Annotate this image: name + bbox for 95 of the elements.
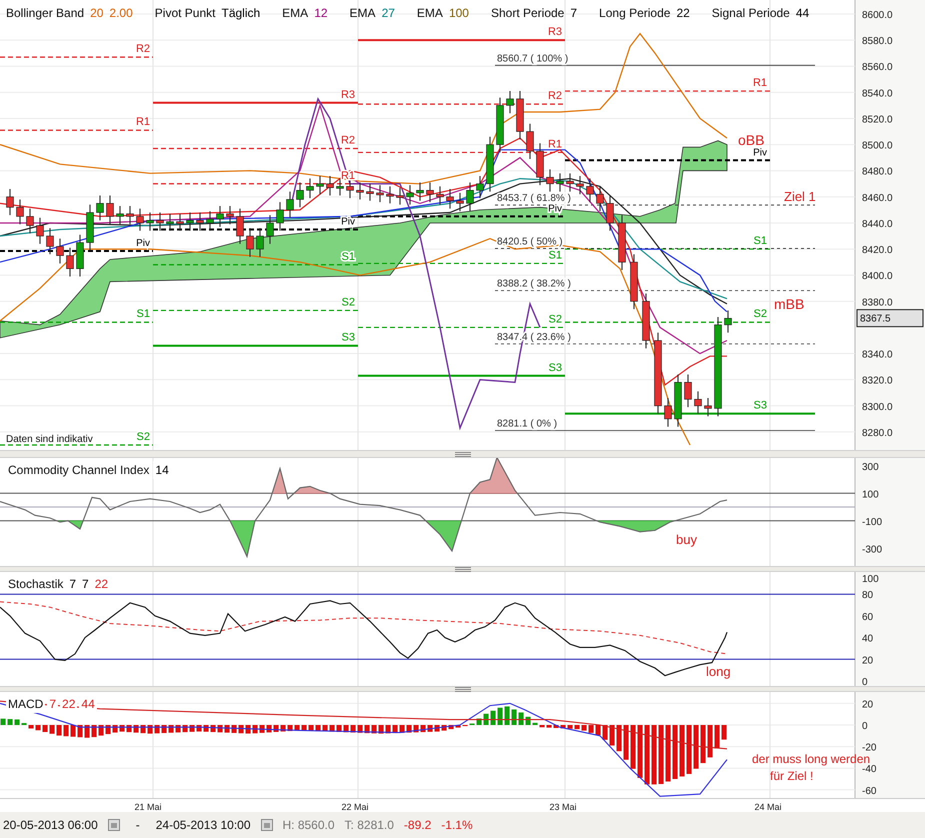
- axis-tick-label: 8580.0: [862, 36, 893, 48]
- chart-annotation: oBB: [738, 132, 764, 148]
- pivot-label: R1: [752, 77, 767, 90]
- axis-tick-label: -300: [862, 544, 882, 556]
- high-value: H: 8560.0: [282, 817, 335, 834]
- legend-label: EMA: [282, 5, 308, 22]
- legend-parameter: 100: [448, 5, 469, 22]
- axis-tick-label: -100: [862, 516, 882, 528]
- axis-tick-label: 8280.0: [862, 428, 893, 439]
- axis-tick-label: 0: [862, 721, 868, 732]
- axis-tick-label: 300: [862, 462, 879, 473]
- change-percent: -1.1%: [441, 817, 473, 834]
- chart-annotation: Ziel 1: [784, 189, 816, 204]
- legend-label: Long Periode: [599, 5, 670, 22]
- axis-tick-label: 8320.0: [862, 376, 893, 387]
- axis-tick-label: 40: [862, 634, 874, 645]
- pivot-label: Piv: [341, 216, 355, 228]
- axis-tick-label: 8420.0: [862, 245, 893, 256]
- legend-parameter: 44: [796, 5, 810, 22]
- pivot-label: S1: [342, 250, 355, 263]
- pivot-label: R3: [340, 88, 355, 101]
- fibonacci-label: 8281.1 ( 0% ): [497, 418, 558, 430]
- pivot-label: R2: [340, 134, 355, 147]
- fibonacci-label: 8453.7 ( 61.8% ): [497, 193, 571, 204]
- axis-tick-label: 8400.0: [862, 271, 893, 282]
- axis-tick-label: -20: [862, 742, 876, 754]
- axis-tick-label: 8300.0: [862, 402, 893, 413]
- legend-parameter: 27: [382, 5, 395, 22]
- axis-tick-label: 0: [862, 677, 868, 686]
- legend-label: EMA: [416, 5, 443, 22]
- pivot-label: R2: [136, 43, 150, 56]
- pivot-label: R1: [136, 116, 150, 128]
- legend-label: Short Periode: [490, 5, 564, 22]
- axis-tick-label: -40: [862, 764, 876, 776]
- date-label: 24 Mai: [754, 802, 782, 812]
- pivot-label: S2: [342, 296, 355, 308]
- start-date[interactable]: 20-05-2013 06:00: [3, 816, 98, 834]
- date-label: 23 Mai: [550, 802, 576, 812]
- pivot-label: R2: [548, 90, 562, 102]
- pivot-label: R3: [548, 26, 562, 38]
- axis-tick-label: -60: [862, 786, 876, 797]
- legend-parameter: 20: [90, 5, 104, 22]
- pivot-label: S1: [754, 235, 767, 248]
- axis-tick-label: 8520.0: [862, 114, 893, 126]
- change-value: -89.2: [404, 817, 432, 834]
- legend-parameter: Täglich: [221, 5, 260, 22]
- axis-tick-label: 20: [862, 699, 874, 710]
- axis-tick-label: 8440.0: [862, 218, 893, 230]
- chart-annotation: long: [706, 664, 731, 679]
- axis-tick-label: 8500.0: [862, 140, 893, 152]
- fibonacci-label: 8388.2 ( 38.2% ): [497, 278, 571, 290]
- axis-tick-label: 100: [862, 489, 879, 500]
- chart-annotation: buy: [676, 532, 697, 547]
- pivot-label: S3: [754, 400, 767, 412]
- chart-annotation: mBB: [774, 296, 804, 312]
- legend-label: Signal Periode: [712, 5, 790, 22]
- chart-annotation: der muss long werden: [752, 752, 870, 766]
- chart-annotation: für Ziel !: [770, 769, 814, 783]
- axis-tick-label: 8460.0: [862, 192, 893, 204]
- legend-label: Bollinger Band: [6, 5, 84, 22]
- pivot-label: S3: [342, 332, 355, 344]
- axis-tick-label: 60: [862, 612, 874, 623]
- pivot-label: Piv: [753, 147, 767, 158]
- date-label: 21 Mai: [134, 802, 162, 812]
- axis-tick-label: 80: [862, 590, 874, 602]
- pivot-label: S3: [548, 362, 562, 374]
- legend-parameter: 2.00: [109, 5, 133, 22]
- axis-tick-label: 8340.0: [862, 350, 893, 361]
- fibonacci-label: 8560.7 ( 100% ): [497, 53, 568, 64]
- pivot-label: R1: [548, 138, 562, 150]
- axis-tick-label: 100: [862, 574, 879, 585]
- pivot-label: S2: [754, 308, 767, 320]
- axis-tick-label: 8540.0: [862, 88, 893, 100]
- current-price-label: 8367.5: [860, 314, 891, 325]
- legend-parameter: 12: [314, 5, 328, 22]
- axis-tick-label: 8480.0: [862, 166, 893, 178]
- axis-tick-label: 8380.0: [862, 297, 893, 308]
- pivot-label: S2: [136, 430, 150, 443]
- end-date[interactable]: 24-05-2013 10:00: [156, 816, 250, 834]
- pivot-label: S2: [548, 313, 562, 326]
- pivot-label: S1: [548, 249, 562, 262]
- legend-parameter: 7: [570, 5, 578, 22]
- legend-label: EMA: [350, 5, 376, 22]
- date-label: 22 Mai: [342, 802, 368, 812]
- axis-tick-label: 20: [862, 655, 874, 666]
- legend-label: Pivot Punkt: [154, 5, 216, 22]
- axis-tick-label: 8600.0: [862, 10, 893, 21]
- range-separator: -: [134, 817, 141, 834]
- pivot-label: Piv: [136, 238, 150, 250]
- low-value: T: 8281.0: [344, 817, 394, 834]
- disclaimer-text: Daten sind indikativ: [6, 434, 93, 445]
- fibonacci-label: 8420.5 ( 50% ): [497, 236, 563, 248]
- axis-tick-label: 8560.0: [862, 62, 893, 74]
- pivot-label: S1: [136, 308, 150, 320]
- legend-parameter: 22: [676, 5, 690, 22]
